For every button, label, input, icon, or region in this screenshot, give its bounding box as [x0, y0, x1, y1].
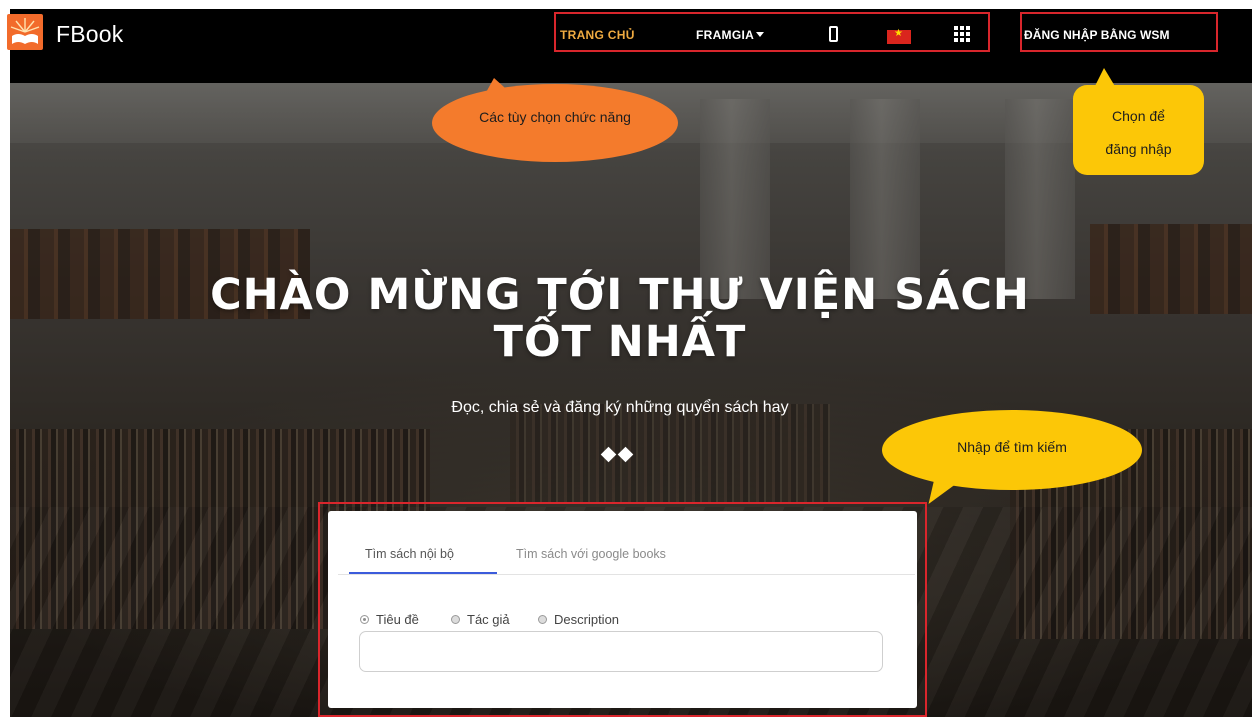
nav-home-link[interactable]: TRANG CHỦ: [560, 28, 635, 42]
radio-unselected-icon[interactable]: [538, 615, 547, 624]
callout-search-text: Nhập để tìm kiếm: [957, 439, 1067, 455]
brand-name[interactable]: FBook: [56, 21, 123, 48]
radio-option-author[interactable]: Tác giả: [451, 612, 510, 628]
vietnam-flag-icon[interactable]: [887, 28, 911, 44]
radio-option-title[interactable]: Tiêu đề: [360, 612, 419, 628]
tab-divider: [338, 574, 915, 575]
nav-framgia-label: FRAMGIA: [696, 28, 755, 42]
caret-down-icon: [756, 32, 765, 37]
nav-framgia-dropdown[interactable]: FRAMGIA: [696, 28, 765, 42]
mobile-phone-icon[interactable]: [829, 26, 838, 42]
hero-subtitle: Đọc, chia sẻ và đăng ký những quyển sách…: [451, 399, 789, 416]
callout-login-text: Chọn để đăng nhập: [1073, 100, 1204, 166]
radio-option-description[interactable]: Description: [538, 612, 619, 628]
callout-login-line1: Chọn để: [1112, 108, 1165, 124]
double-diamond-icon: [600, 446, 644, 463]
radio-unselected-icon[interactable]: [451, 615, 460, 624]
grid-apps-icon[interactable]: [954, 26, 970, 42]
radio-selected-icon[interactable]: [360, 615, 369, 624]
callout-login-line2: đăng nhập: [1105, 141, 1172, 157]
tab-internal-search[interactable]: Tìm sách nội bộ: [365, 547, 454, 561]
radio-label-description: Description: [554, 612, 620, 627]
open-book-sunburst-icon[interactable]: [7, 14, 43, 50]
hero-title-line2: TỐT NHẤT: [493, 317, 747, 367]
callout-functions-text: Các tùy chọn chức năng: [479, 109, 631, 125]
radio-label-title: Tiêu đề: [376, 612, 419, 627]
radio-label-author: Tác giả: [467, 612, 510, 627]
search-input[interactable]: [359, 631, 883, 672]
search-panel: [328, 511, 917, 708]
login-wsm-button[interactable]: ĐĂNG NHẬP BẰNG WSM: [1024, 28, 1170, 42]
hero-title-line1: CHÀO MỪNG TỚI THƯ VIỆN SÁCH: [210, 270, 1030, 320]
hero-title: CHÀO MỪNG TỚI THƯ VIỆN SÁCH TỐT NHẤT: [160, 272, 1080, 366]
tab-google-books[interactable]: Tìm sách với google books: [516, 547, 666, 561]
